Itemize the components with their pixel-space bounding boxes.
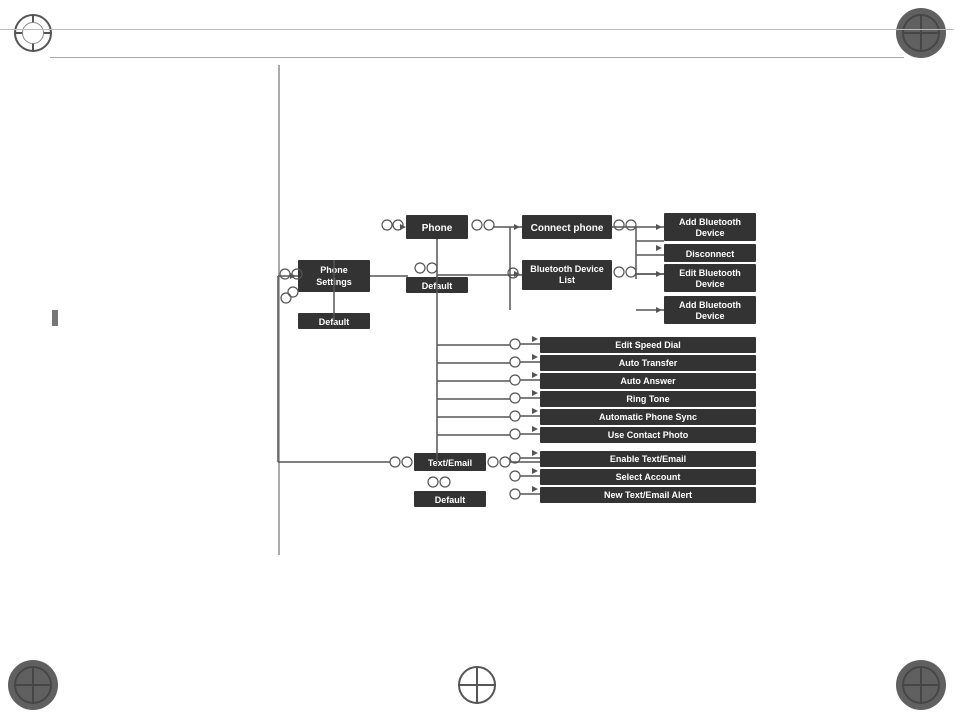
svg-text:Edit Bluetooth: Edit Bluetooth — [679, 268, 741, 278]
svg-text:Enable Text/Email: Enable Text/Email — [610, 454, 686, 464]
diagram-svg: Phone Settings Default Phone Connect pho… — [0, 65, 954, 705]
svg-text:Ring Tone: Ring Tone — [626, 394, 669, 404]
svg-text:Use Contact Photo: Use Contact Photo — [608, 430, 689, 440]
svg-text:Auto Transfer: Auto Transfer — [619, 358, 678, 368]
svg-text:Add Bluetooth: Add Bluetooth — [679, 300, 741, 310]
svg-text:Connect phone: Connect phone — [531, 223, 604, 234]
svg-text:Edit Speed Dial: Edit Speed Dial — [615, 340, 681, 350]
svg-text:Bluetooth Device: Bluetooth Device — [530, 264, 604, 274]
svg-text:Text/Email: Text/Email — [428, 458, 472, 468]
svg-text:List: List — [559, 275, 575, 285]
svg-text:Disconnect: Disconnect — [686, 249, 735, 259]
svg-text:Device: Device — [695, 228, 724, 238]
svg-text:Auto Answer: Auto Answer — [620, 376, 676, 386]
header-bar — [0, 0, 954, 30]
svg-text:Device: Device — [695, 311, 724, 321]
svg-text:Phone: Phone — [422, 223, 453, 234]
svg-text:Device: Device — [695, 279, 724, 289]
svg-text:New Text/Email Alert: New Text/Email Alert — [604, 490, 692, 500]
svg-text:Add Bluetooth: Add Bluetooth — [679, 217, 741, 227]
svg-text:Default: Default — [435, 495, 466, 505]
divider — [50, 57, 904, 58]
svg-text:Select Account: Select Account — [616, 472, 681, 482]
svg-text:Automatic Phone Sync: Automatic Phone Sync — [599, 412, 697, 422]
